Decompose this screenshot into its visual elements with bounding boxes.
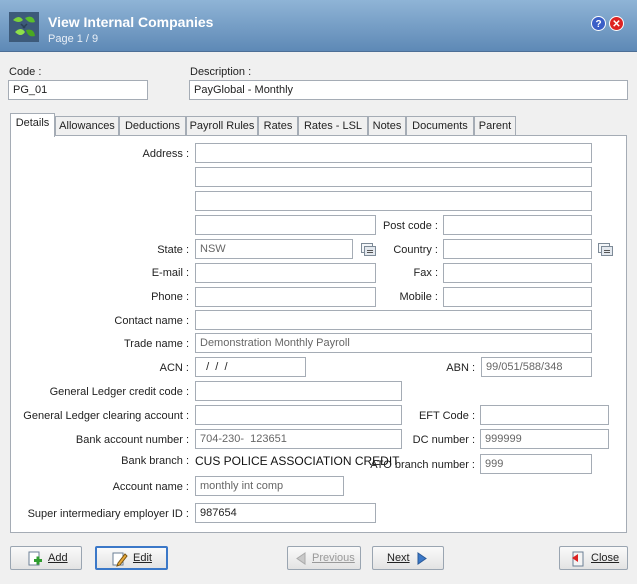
tab-details[interactable]: Details bbox=[10, 113, 55, 137]
edit-button[interactable]: Edit bbox=[95, 546, 168, 570]
close-door-icon bbox=[572, 551, 584, 567]
tab-deductions[interactable]: Deductions bbox=[119, 116, 186, 136]
country-label: Country : bbox=[393, 244, 438, 256]
ato-branch-label: ATO branch number : bbox=[370, 459, 475, 471]
previous-arrow-icon bbox=[296, 552, 306, 565]
abn-label: ABN : bbox=[446, 362, 475, 374]
eft-code-field[interactable] bbox=[480, 405, 609, 425]
app-logo-icon bbox=[9, 12, 39, 42]
edit-pencil-icon bbox=[112, 552, 128, 567]
fax-field[interactable] bbox=[443, 263, 592, 283]
address-label: Address : bbox=[142, 148, 189, 160]
phone-label: Phone : bbox=[151, 291, 189, 303]
page-indicator: Page 1 / 9 bbox=[48, 33, 99, 45]
gl-clearing-label: General Ledger clearing account : bbox=[23, 410, 189, 422]
address-line-2[interactable] bbox=[195, 167, 592, 187]
account-name-field[interactable]: monthly int comp bbox=[195, 476, 344, 496]
state-label: State : bbox=[157, 244, 189, 256]
postcode-label: Post code : bbox=[382, 220, 438, 232]
tab-notes[interactable]: Notes bbox=[368, 116, 406, 136]
description-field[interactable]: PayGlobal - Monthly bbox=[189, 80, 628, 100]
email-field[interactable] bbox=[195, 263, 376, 283]
address-line-3[interactable] bbox=[195, 191, 592, 211]
mobile-label: Mobile : bbox=[399, 291, 438, 303]
code-label: Code : bbox=[9, 66, 42, 78]
trade-name-label: Trade name : bbox=[123, 338, 189, 350]
next-button-label: Next bbox=[387, 552, 410, 564]
help-icon[interactable]: ? bbox=[591, 16, 606, 31]
code-field[interactable]: PG_01 bbox=[8, 80, 148, 100]
add-button[interactable]: Add bbox=[10, 546, 82, 570]
trade-name-field[interactable]: Demonstration Monthly Payroll bbox=[195, 333, 592, 353]
edit-button-label: Edit bbox=[133, 552, 152, 564]
dc-number-label: DC number : bbox=[412, 434, 475, 446]
dc-number-field[interactable]: 999999 bbox=[480, 429, 609, 449]
super-id-label: Super intermediary employer ID : bbox=[27, 508, 189, 520]
bank-branch-label: Bank branch : bbox=[121, 455, 189, 467]
tab-documents[interactable]: Documents bbox=[406, 116, 474, 136]
abn-field[interactable]: 99/051/588/348 bbox=[481, 357, 592, 377]
state-field[interactable]: NSW bbox=[195, 239, 353, 259]
acn-field[interactable]: / / / bbox=[195, 357, 306, 377]
bank-account-field[interactable]: 704-230- 123651 bbox=[195, 429, 402, 449]
address-line-1[interactable] bbox=[195, 143, 592, 163]
eft-code-label: EFT Code : bbox=[418, 410, 475, 422]
close-window-icon[interactable]: ✕ bbox=[609, 16, 624, 31]
ato-branch-field[interactable]: 999 bbox=[480, 454, 592, 474]
country-lookup-icon[interactable] bbox=[597, 241, 613, 257]
postcode-field[interactable] bbox=[443, 215, 592, 235]
contact-name-field[interactable] bbox=[195, 310, 592, 330]
title-bar: View Internal Companies Page 1 / 9 ? ✕ bbox=[0, 0, 637, 52]
previous-button-label: Previous bbox=[312, 552, 355, 564]
country-field[interactable] bbox=[443, 239, 592, 259]
tab-rates[interactable]: Rates bbox=[258, 116, 298, 136]
tab-payroll-rules[interactable]: Payroll Rules bbox=[186, 116, 258, 136]
tab-parent[interactable]: Parent bbox=[474, 116, 516, 136]
next-button[interactable]: Next bbox=[372, 546, 444, 570]
add-icon bbox=[28, 551, 42, 566]
gl-credit-label: General Ledger credit code : bbox=[49, 386, 189, 398]
description-label: Description : bbox=[190, 66, 252, 78]
bank-account-label: Bank account number : bbox=[75, 434, 189, 446]
fax-label: Fax : bbox=[413, 267, 438, 279]
mobile-field[interactable] bbox=[443, 287, 592, 307]
window-title: View Internal Companies bbox=[48, 14, 214, 30]
account-name-label: Account name : bbox=[112, 481, 189, 493]
next-arrow-icon bbox=[417, 552, 427, 565]
super-id-field[interactable]: 987654 bbox=[195, 503, 376, 523]
contact-name-label: Contact name : bbox=[114, 315, 189, 327]
close-button-label: Close bbox=[591, 552, 620, 564]
gl-clearing-field[interactable] bbox=[195, 405, 402, 425]
tab-rates-lsl[interactable]: Rates - LSL bbox=[298, 116, 368, 136]
email-label: E-mail : bbox=[151, 267, 189, 279]
previous-button[interactable]: Previous bbox=[287, 546, 361, 570]
acn-label: ACN : bbox=[159, 362, 189, 374]
tab-allowances[interactable]: Allowances bbox=[55, 116, 119, 136]
add-button-label: Add bbox=[48, 552, 68, 564]
phone-field[interactable] bbox=[195, 287, 376, 307]
address-line-4[interactable] bbox=[195, 215, 376, 235]
gl-credit-field[interactable] bbox=[195, 381, 402, 401]
close-button[interactable]: Close bbox=[559, 546, 628, 570]
